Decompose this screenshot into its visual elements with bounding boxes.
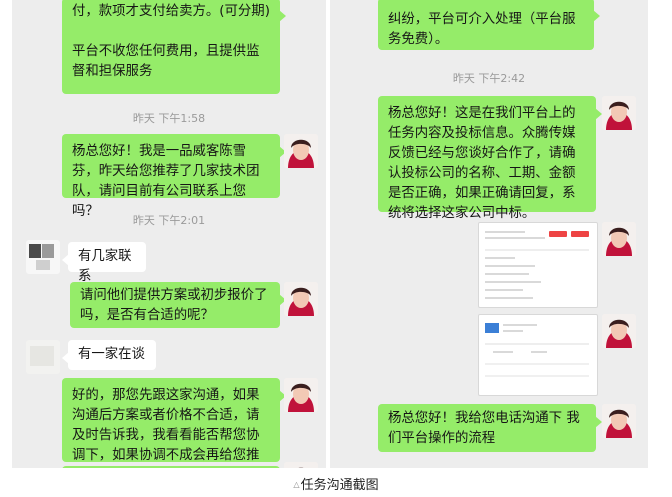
message-bubble-sent[interactable]: 好的，那您先跟这家沟通，如果沟通后方案或者价格不合适，请及时告诉我，我看看能否帮… xyxy=(62,378,286,463)
message-text: 付，款项才支付给卖方。(可分期) 平台不收您任何费用，且提供监督和担保服务 xyxy=(72,4,270,79)
message-text: 杨总您好！我给您电话沟通下 我们平台操作的流程 xyxy=(388,411,580,446)
message-bubble-received[interactable]: 有几家联系 xyxy=(62,242,146,284)
message-text: 杨总您好！这是在我们平台上的任务内容及投标信息。众腾传媒反馈已经与您谈好合作了，… xyxy=(388,106,576,221)
user-portrait-icon xyxy=(602,314,636,348)
user-portrait-icon xyxy=(602,96,636,130)
avatar[interactable] xyxy=(284,134,318,168)
user-portrait-icon xyxy=(284,378,318,412)
message-text: 有几家联系 xyxy=(78,249,132,284)
message-bubble-received[interactable]: 有一家在谈 xyxy=(62,340,156,370)
message-bubble-sent[interactable]: 杨总您好！这是在我们平台上的任务内容及投标信息。众腾传媒反馈已经与您谈好合作了，… xyxy=(378,96,602,221)
image-message-thumbnail[interactable] xyxy=(478,314,598,396)
user-portrait-icon xyxy=(284,282,318,316)
message-bubble-sent[interactable]: 请问他们提供方案或初步报价了吗，是否有合适的呢？ xyxy=(70,282,286,328)
image-message-thumbnail[interactable] xyxy=(478,222,598,308)
timestamp: 昨天 下午1:58 xyxy=(132,112,206,125)
message-bubble-sent[interactable] xyxy=(62,466,280,468)
chat-panel-right[interactable]: 纠纷，平台可介入处理（平台服务免费）。 昨天 下午2:42 杨总您好！这是在我们… xyxy=(330,0,648,468)
avatar[interactable] xyxy=(602,222,636,256)
message-text: 纠纷，平台可介入处理（平台服务免费）。 xyxy=(388,12,576,47)
avatar[interactable] xyxy=(284,462,318,468)
timestamp: 昨天 下午2:01 xyxy=(132,214,206,227)
message-bubble-sent[interactable]: 纠纷，平台可介入处理（平台服务免费）。 xyxy=(378,0,600,50)
message-bubble-sent[interactable]: 付，款项才支付给卖方。(可分期) 平台不收您任何费用，且提供监督和担保服务 xyxy=(62,0,286,94)
avatar[interactable] xyxy=(26,340,60,374)
caption-triangle-icon: △ xyxy=(293,480,300,489)
chat-panel-left[interactable]: 付，款项才支付给卖方。(可分期) 平台不收您任何费用，且提供监督和担保服务 昨天… xyxy=(12,0,326,468)
avatar[interactable] xyxy=(26,240,60,274)
message-text: 杨总您好！我是一品威客陈雪芬，昨天给您推荐了几家技术团队，请问目前有公司联系上您… xyxy=(72,144,260,219)
message-bubble-sent[interactable]: 杨总您好！我是一品威客陈雪芬，昨天给您推荐了几家技术团队，请问目前有公司联系上您… xyxy=(62,134,286,219)
caption-text: 任务沟通截图 xyxy=(300,478,379,493)
image-caption: △任务沟通截图 xyxy=(0,474,672,493)
avatar[interactable] xyxy=(284,282,318,316)
user-portrait-icon xyxy=(602,222,636,256)
user-portrait-icon xyxy=(284,462,318,468)
message-text: 好的，那您先跟这家沟通，如果沟通后方案或者价格不合适，请及时告诉我，我看看能否帮… xyxy=(72,388,260,463)
timestamp: 昨天 下午2:42 xyxy=(452,72,526,85)
avatar[interactable] xyxy=(602,404,636,438)
avatar[interactable] xyxy=(602,96,636,130)
message-text: 有一家在谈 xyxy=(78,347,145,362)
message-text: 请问他们提供方案或初步报价了吗，是否有合适的呢？ xyxy=(80,288,268,323)
avatar[interactable] xyxy=(284,378,318,412)
user-portrait-icon xyxy=(602,404,636,438)
avatar[interactable] xyxy=(602,314,636,348)
message-bubble-sent[interactable]: 杨总您好！我给您电话沟通下 我们平台操作的流程 xyxy=(378,404,602,452)
user-portrait-icon xyxy=(284,134,318,168)
